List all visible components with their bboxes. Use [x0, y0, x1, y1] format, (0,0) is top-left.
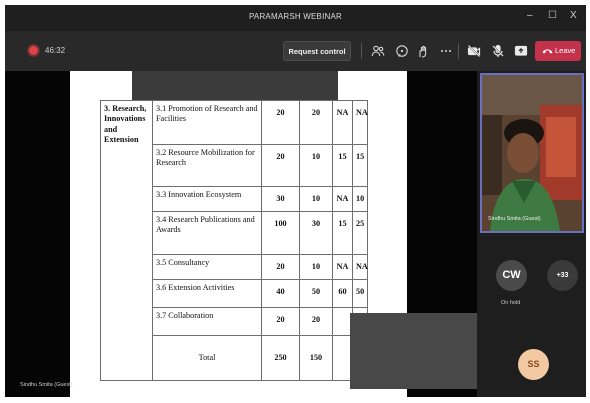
title-bar: PARAMARSH WEBINAR – ☐ X [5, 5, 586, 31]
value-cell: 15 [332, 144, 353, 187]
value-cell: NA [352, 254, 368, 280]
avatar[interactable]: SS [518, 349, 549, 380]
maximize-button[interactable]: ☐ [548, 10, 557, 21]
presenter-video-image [482, 75, 582, 231]
value-cell: NA [332, 254, 353, 280]
value-cell: 100 [261, 211, 300, 255]
presenter-name-label: Sindhu Smita (Guest) [20, 382, 73, 388]
camera-off-icon[interactable] [467, 44, 481, 58]
video-name-label: Sindhu Smita (Guest) [488, 216, 541, 222]
criteria-table: 3. Research, Innovations and Extension 3… [100, 100, 368, 381]
recording-icon [29, 46, 38, 55]
value-cell: 20 [261, 307, 300, 336]
table-row: 3. Research, Innovations and Extension 3… [100, 100, 368, 381]
on-hold-label: On hold [501, 300, 521, 306]
request-control-button[interactable]: Request control [283, 41, 351, 61]
meeting-toolbar: 46:32 Request control Leave [5, 31, 586, 71]
value-cell: 60 [332, 279, 353, 308]
value-cell: 10 [299, 144, 333, 187]
react-icon[interactable] [416, 44, 430, 58]
leave-label: Leave [555, 46, 576, 55]
item-cell: 3.2 Resource Mobilization for Research [152, 144, 262, 187]
more-participants-button[interactable]: +33 [547, 260, 578, 291]
value-cell: 15 [352, 144, 368, 187]
item-cell: 3.3 Innovation Ecosystem [152, 186, 262, 212]
meeting-window: PARAMARSH WEBINAR – ☐ X 46:32 Request co… [5, 5, 586, 397]
value-cell: 10 [299, 186, 333, 212]
value-cell: 20 [261, 100, 300, 145]
toolbar-divider [361, 43, 362, 59]
value-cell: 25 [352, 211, 368, 255]
share-icon[interactable] [514, 44, 528, 58]
value-cell: 20 [261, 144, 300, 187]
value-cell: 10 [352, 186, 368, 212]
minimize-button[interactable]: – [527, 10, 533, 21]
item-cell: 3.6 Extension Activities [152, 279, 262, 308]
value-cell: 20 [299, 100, 333, 145]
value-cell: NA [352, 100, 368, 145]
people-icon[interactable] [371, 44, 385, 58]
phone-icon [542, 49, 553, 54]
value-cell: 10 [299, 254, 333, 280]
value-cell: 50 [299, 279, 333, 308]
value-cell: 20 [261, 254, 300, 280]
toolbar-divider [458, 43, 459, 59]
value-cell: NA [332, 186, 353, 212]
screen-overlay [350, 313, 478, 389]
more-icon[interactable] [439, 44, 453, 58]
value-cell: NA [332, 100, 353, 145]
criterion-cell: 3. Research, Innovations and Extension [100, 100, 153, 381]
avatar[interactable]: CW [496, 260, 527, 291]
value-cell: 40 [261, 279, 300, 308]
participants-panel: Sindhu Smita (Guest) CW +33 On hold SS [477, 71, 586, 397]
meeting-timer: 46:32 [45, 46, 66, 55]
item-cell: 3.4 Research Publications and Awards [152, 211, 262, 255]
participant-video[interactable]: Sindhu Smita (Guest) [480, 73, 584, 233]
value-cell: 20 [299, 307, 333, 336]
total-label: Total [152, 335, 262, 381]
item-cell: 3.7 Collaboration [152, 307, 262, 336]
mic-off-icon[interactable] [491, 44, 505, 58]
total-value: 150 [299, 335, 333, 381]
total-value: 250 [261, 335, 300, 381]
document-header-band [132, 71, 338, 100]
leave-button[interactable]: Leave [535, 41, 581, 61]
chat-icon[interactable] [395, 44, 409, 58]
shared-screen: 3. Research, Innovations and Extension 3… [5, 71, 478, 397]
value-cell: 50 [352, 279, 368, 308]
item-cell: 3.1 Promotion of Research and Facilities [152, 100, 262, 145]
value-cell: 30 [261, 186, 300, 212]
value-cell: 30 [299, 211, 333, 255]
window-title: PARAMARSH WEBINAR [248, 12, 343, 21]
value-cell: 15 [332, 211, 353, 255]
close-button[interactable]: X [570, 10, 577, 21]
item-cell: 3.5 Consultancy [152, 254, 262, 280]
